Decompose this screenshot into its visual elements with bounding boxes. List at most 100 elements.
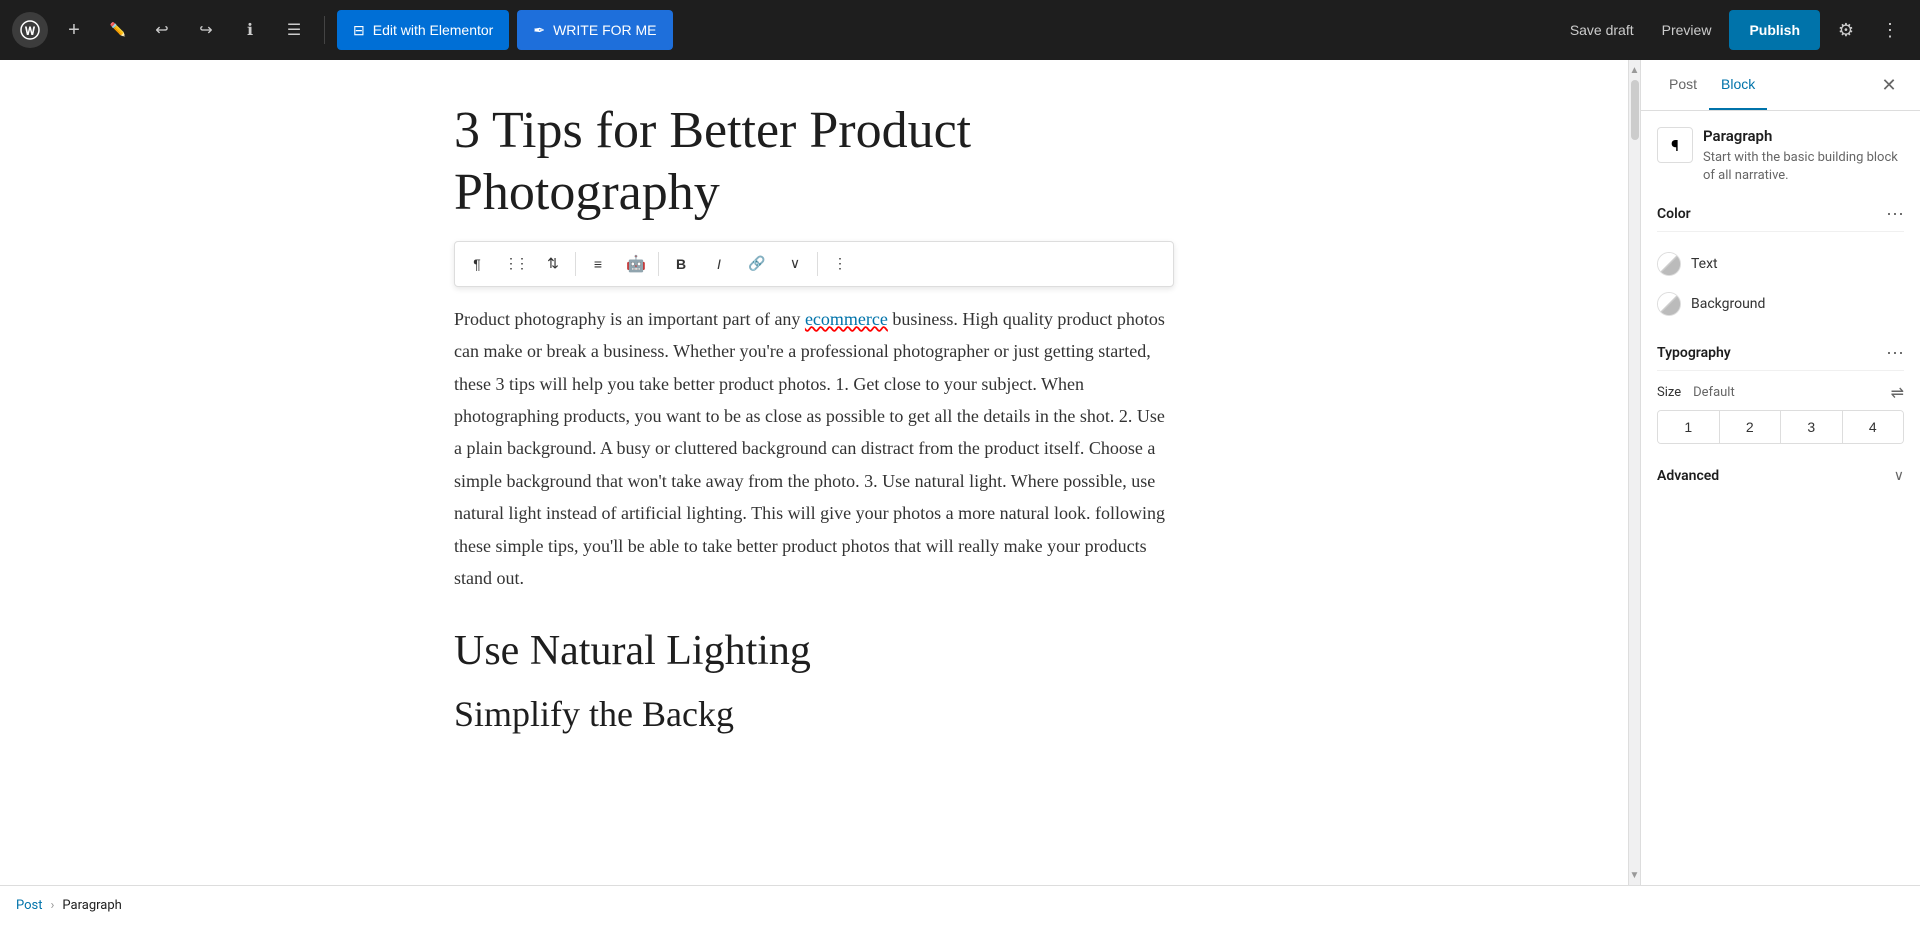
bold-icon: B (676, 256, 686, 272)
size-button-4[interactable]: 4 (1843, 411, 1904, 443)
redo-button[interactable]: ↪ (188, 12, 224, 48)
link-icon: 🔗 (748, 255, 765, 272)
ellipsis-icon: ⋯ (1886, 343, 1904, 363)
undo-icon: ↩ (155, 20, 168, 40)
scroll-thumb[interactable] (1631, 80, 1639, 140)
block-details: Paragraph Start with the basic building … (1703, 127, 1904, 185)
post-body[interactable]: Product photography is an important part… (454, 303, 1174, 595)
link-button[interactable]: 🔗 (739, 246, 775, 282)
size-row: Size Default ⇌ (1657, 383, 1904, 402)
block-description: Start with the basic building block of a… (1703, 149, 1904, 185)
write-for-me-label: WRITE FOR ME (553, 22, 656, 38)
block-options-button[interactable]: ⋮ (822, 246, 858, 282)
tools-button[interactable]: ✏️ (100, 12, 136, 48)
paragraph-type-button[interactable]: ¶ (459, 246, 495, 282)
write-icon: ✒ (533, 22, 545, 39)
chevron-down-icon: ∨ (1894, 468, 1904, 484)
advanced-section-title: Advanced (1657, 468, 1719, 484)
more-options-button[interactable]: ⋮ (1872, 12, 1908, 48)
background-color-label: Background (1691, 296, 1765, 312)
color-section-header: Color ⋯ (1657, 205, 1904, 232)
arrows-icon: ⇅ (547, 255, 559, 272)
elementor-icon: ⊟ (353, 22, 365, 39)
block-type-icon: ¶ (1657, 127, 1693, 163)
size-controls-icon[interactable]: ⇌ (1891, 383, 1904, 402)
chevron-down-icon: ∨ (790, 255, 800, 272)
size-3-label: 3 (1807, 419, 1815, 435)
svg-text:W: W (25, 24, 36, 38)
size-2-label: 2 (1746, 419, 1754, 435)
size-button-3[interactable]: 3 (1781, 411, 1843, 443)
info-icon: ℹ (247, 20, 253, 40)
drag-handle-button[interactable]: ⋮⋮ (497, 246, 533, 282)
bottom-bar: Post › Paragraph (0, 885, 1920, 925)
toolbar-divider-1 (575, 252, 576, 276)
edit-elementor-label: Edit with Elementor (373, 22, 494, 38)
info-button[interactable]: ℹ (232, 12, 268, 48)
editor-content: 3 Tips for Better Product Photography ¶ … (414, 100, 1214, 736)
preview-label: Preview (1662, 22, 1712, 38)
size-label: Size (1657, 385, 1681, 400)
list-view-button[interactable]: ☰ (276, 12, 312, 48)
size-1-label: 1 (1684, 419, 1692, 435)
breadcrumb-post-link[interactable]: Post (16, 898, 43, 913)
wp-logo: W (12, 12, 48, 48)
advanced-toggle[interactable]: Advanced ∨ (1657, 464, 1904, 488)
background-color-item: Background (1657, 284, 1904, 324)
paragraph-icon: ¶ (473, 256, 481, 272)
size-button-1[interactable]: 1 (1658, 411, 1720, 443)
paragraph-block-icon: ¶ (1671, 136, 1679, 155)
background-color-swatch[interactable] (1657, 292, 1681, 316)
list-icon: ☰ (287, 20, 301, 40)
save-draft-button[interactable]: Save draft (1560, 16, 1644, 44)
post-title[interactable]: 3 Tips for Better Product Photography (454, 100, 1174, 225)
sidebar-tabs: Post Block ✕ (1641, 60, 1920, 111)
editor-scroll-track[interactable]: ▲ ▼ (1628, 60, 1640, 885)
topbar-separator-1 (324, 16, 325, 44)
scroll-down-arrow[interactable]: ▼ (1629, 869, 1641, 881)
tab-block[interactable]: Block (1709, 60, 1767, 110)
scroll-up-arrow[interactable]: ▲ (1629, 64, 1641, 76)
add-block-button[interactable]: + (56, 12, 92, 48)
block-tab-label: Block (1721, 76, 1755, 92)
editor-area[interactable]: 3 Tips for Better Product Photography ¶ … (0, 60, 1628, 885)
tab-post[interactable]: Post (1657, 60, 1709, 110)
write-for-me-button[interactable]: ✒ WRITE FOR ME (517, 10, 672, 50)
post-tab-label: Post (1669, 76, 1697, 92)
color-menu-button[interactable]: ⋯ (1886, 205, 1904, 223)
bold-button[interactable]: B (663, 246, 699, 282)
settings-button[interactable]: ⚙ (1828, 12, 1864, 48)
typography-section-title: Typography (1657, 345, 1731, 361)
move-up-down-button[interactable]: ⇅ (535, 246, 571, 282)
block-info: ¶ Paragraph Start with the basic buildin… (1657, 127, 1904, 185)
toolbar-divider-3 (817, 252, 818, 276)
block-name-label: Paragraph (1703, 127, 1904, 145)
publish-label: Publish (1749, 22, 1800, 38)
edit-with-elementor-button[interactable]: ⊟ Edit with Elementor (337, 10, 509, 50)
emoji-icon: 🤖 (626, 254, 646, 274)
emoji-button[interactable]: 🤖 (618, 246, 654, 282)
drag-icon: ⋮⋮ (504, 255, 526, 272)
size-4-label: 4 (1869, 419, 1877, 435)
advanced-section: Advanced ∨ (1657, 464, 1904, 488)
preview-button[interactable]: Preview (1652, 16, 1722, 44)
undo-button[interactable]: ↩ (144, 12, 180, 48)
heading-use-natural-lighting[interactable]: Use Natural Lighting (454, 626, 1174, 676)
alignment-button[interactable]: ≡ (580, 246, 616, 282)
toolbar-divider-2 (658, 252, 659, 276)
topbar: W + ✏️ ↩ ↪ ℹ ☰ ⊟ Edit with Elementor ✒ W… (0, 0, 1920, 60)
text-color-swatch[interactable] (1657, 252, 1681, 276)
block-toolbar: ¶ ⋮⋮ ⇅ ≡ 🤖 B (454, 241, 1174, 287)
typography-section: Typography ⋯ Size Default ⇌ 1 2 (1657, 344, 1904, 444)
publish-button[interactable]: Publish (1729, 10, 1820, 50)
heading-simplify-background[interactable]: Simplify the Backg (454, 693, 1174, 736)
vertical-dots-icon: ⋮ (833, 255, 847, 272)
ecommerce-link[interactable]: ecommerce (805, 309, 888, 329)
italic-icon: I (717, 256, 721, 272)
sidebar-close-button[interactable]: ✕ (1874, 70, 1904, 100)
typography-menu-button[interactable]: ⋯ (1886, 344, 1904, 362)
italic-button[interactable]: I (701, 246, 737, 282)
size-button-2[interactable]: 2 (1720, 411, 1782, 443)
more-rich-text-button[interactable]: ∨ (777, 246, 813, 282)
breadcrumb-separator: › (51, 898, 55, 913)
